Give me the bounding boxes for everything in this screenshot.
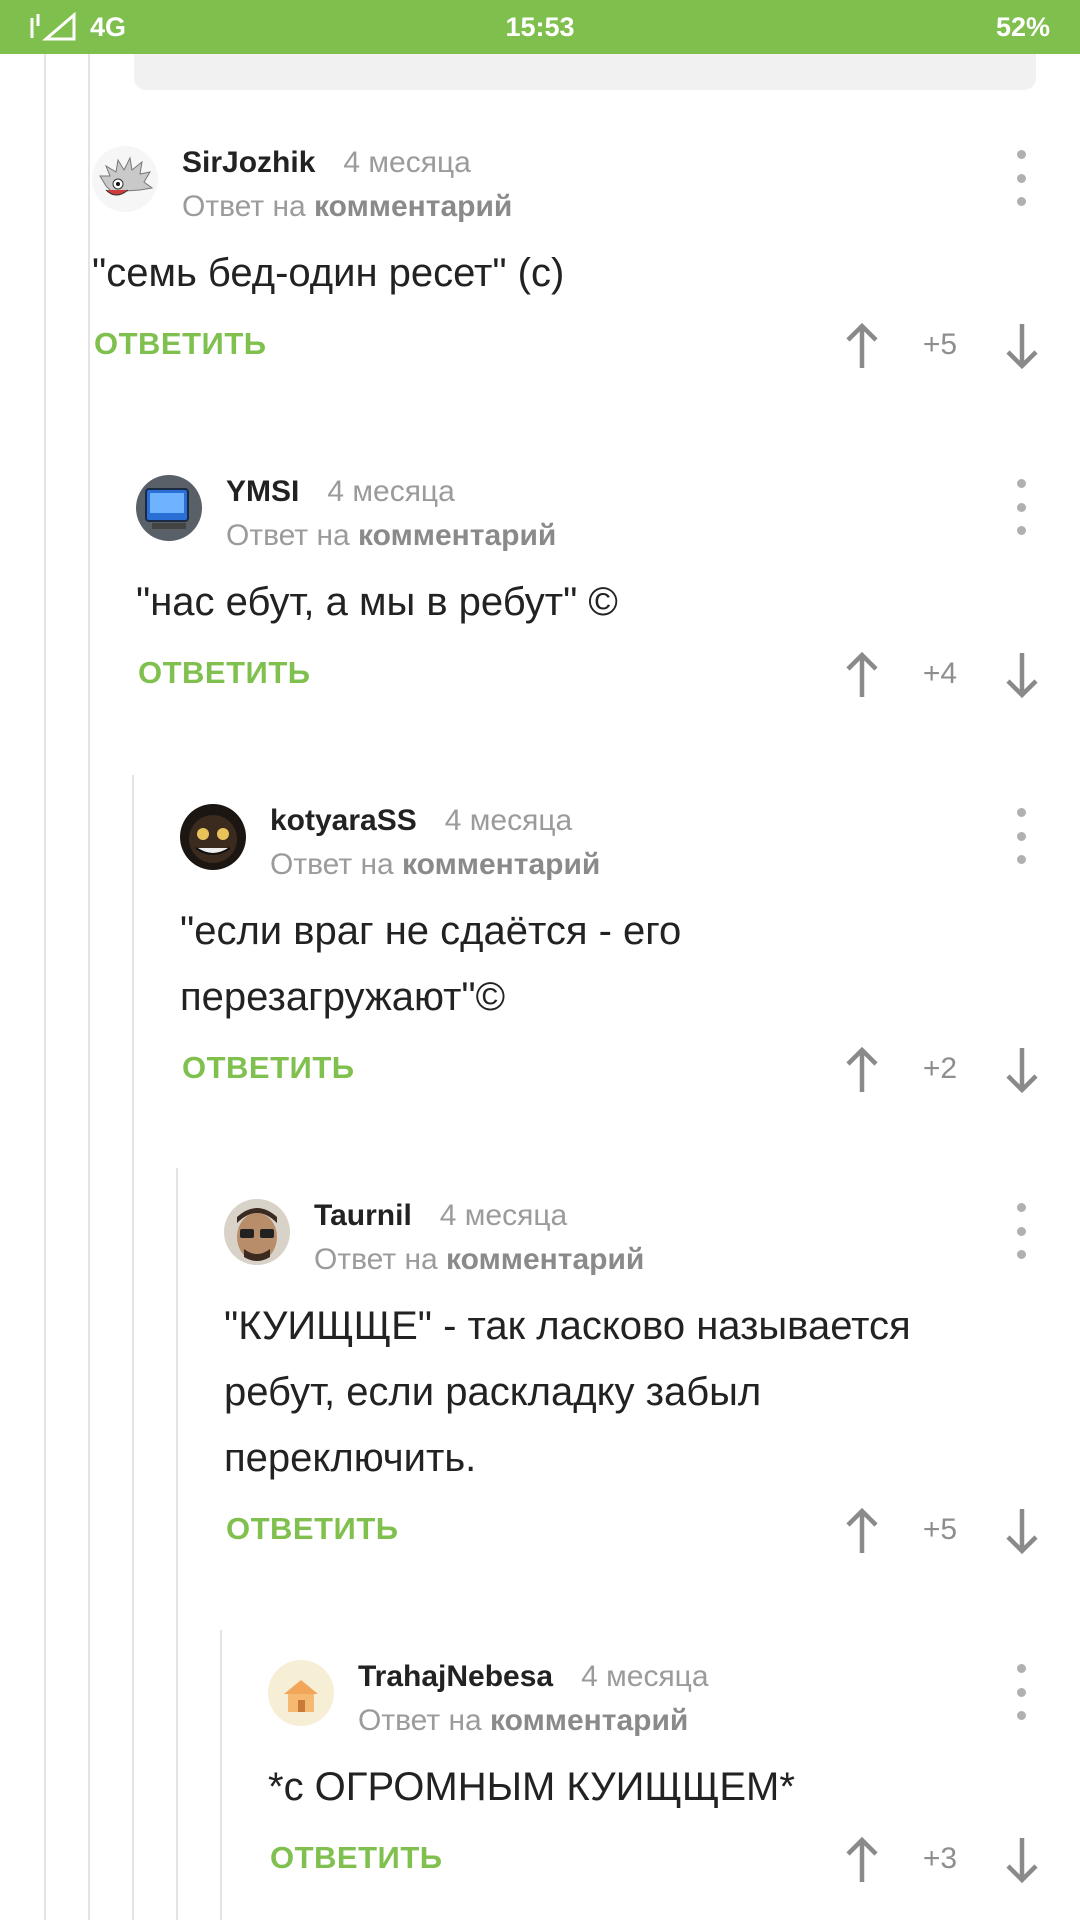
comment-text: "КУИЩЩЕ" - так ласково называется ребут,… (224, 1304, 911, 1480)
comment-time: 4 месяца (343, 146, 471, 179)
comment-text: "семь бед-один ресет" (с) (92, 251, 565, 295)
reply-to-link[interactable]: комментарий (446, 1243, 644, 1276)
comment-text: "нас ебут, а мы в ребут" © (136, 580, 618, 624)
comment-rating: +5 (922, 328, 958, 361)
reply-to-link[interactable]: комментарий (402, 848, 600, 881)
author-name[interactable]: SirJozhik (182, 146, 315, 179)
reply-to: Ответ на комментарий (226, 519, 556, 553)
author-name[interactable]: TrahajNebesa (358, 1660, 553, 1693)
battery-level: 52% (995, 11, 1050, 42)
reply-to-link[interactable]: комментарий (358, 519, 556, 552)
arrow-down-icon[interactable] (1004, 1507, 1040, 1555)
arrow-up-icon[interactable] (844, 322, 880, 370)
computer-avatar-icon (136, 475, 202, 541)
thread-line (44, 54, 46, 1920)
comment-time: 4 месяца (327, 475, 455, 508)
reply-button[interactable]: ОТВЕТИТЬ (270, 1840, 443, 1876)
comment-rating: +4 (922, 657, 958, 690)
reply-button[interactable]: ОТВЕТИТЬ (226, 1511, 399, 1547)
reply-prefix: Ответ на (226, 519, 350, 552)
comment: YMSI 4 месяца Ответ на комментарий "нас е… (136, 457, 1038, 715)
reply-button[interactable]: ОТВЕТИТЬ (182, 1050, 355, 1086)
thread-line (88, 54, 90, 1920)
status-bar: 4G 15:53 52% (0, 0, 1080, 54)
more-options-icon[interactable] (1006, 1664, 1036, 1720)
comment: kotyaraSS 4 месяца Ответ на комментарий "… (180, 786, 1038, 1110)
more-options-icon[interactable] (1006, 1203, 1036, 1259)
author-name[interactable]: Taurnil (314, 1199, 412, 1232)
thread-line (176, 1168, 178, 1920)
arrow-up-icon[interactable] (844, 1507, 880, 1555)
more-options-icon[interactable] (1006, 808, 1036, 864)
avatar[interactable] (224, 1199, 290, 1265)
comment-time: 4 месяца (439, 1199, 568, 1232)
arrow-down-icon[interactable] (1004, 322, 1040, 370)
comment-rating: +2 (922, 1052, 958, 1085)
reply-prefix: Ответ на (270, 848, 394, 881)
reply-button[interactable]: ОТВЕТИТЬ (94, 326, 267, 362)
reply-prefix: Ответ на (314, 1243, 438, 1276)
arrow-down-icon[interactable] (1004, 1836, 1040, 1884)
avatar[interactable] (92, 146, 158, 212)
arrow-up-icon[interactable] (844, 1836, 880, 1884)
reply-to: Ответ на комментарий (182, 190, 512, 224)
thread-line (220, 1630, 222, 1920)
house-avatar-icon (268, 1660, 334, 1726)
arrow-down-icon[interactable] (1004, 651, 1040, 699)
author-name[interactable]: kotyaraSS (270, 804, 417, 837)
hedgehog-avatar-icon (92, 146, 158, 212)
reply-to: Ответ на комментарий (358, 1704, 688, 1738)
comment-time: 4 месяца (581, 1660, 709, 1693)
comment-text: "если враг не сдаётся - его перезагружаю… (180, 909, 682, 1019)
reply-button[interactable]: ОТВЕТИТЬ (138, 655, 311, 691)
avatar[interactable] (180, 804, 246, 870)
cat-avatar-icon (180, 804, 246, 870)
reply-prefix: Ответ на (358, 1704, 482, 1737)
reply-to: Ответ на комментарий (314, 1243, 644, 1277)
comment-time: 4 месяца (444, 804, 573, 837)
avatar[interactable] (136, 475, 202, 541)
reply-to-link[interactable]: комментарий (490, 1704, 688, 1737)
more-options-icon[interactable] (1006, 479, 1036, 535)
clock: 15:53 (505, 11, 575, 42)
reply-to-link[interactable]: комментарий (314, 190, 512, 223)
arrow-up-icon[interactable] (844, 651, 880, 699)
comment: SirJozhik 4 месяца Ответ на комментарий "… (92, 128, 1038, 386)
comment-rating: +5 (922, 1513, 958, 1546)
man-glasses-avatar-icon (224, 1199, 290, 1265)
comment: Taurnil 4 месяца Ответ на комментарий "КУ… (224, 1181, 1038, 1571)
more-options-icon[interactable] (1006, 150, 1036, 206)
author-name[interactable]: YMSI (226, 475, 299, 508)
comment-text: *с ОГРОМНЫМ КУИЩЩЕМ* (268, 1765, 795, 1809)
comment: TrahajNebesa 4 месяца Ответ на комментари… (268, 1642, 1038, 1900)
comment-rating: +3 (922, 1842, 958, 1875)
arrow-down-icon[interactable] (1004, 1046, 1040, 1094)
reply-prefix: Ответ на (182, 190, 306, 223)
avatar[interactable] (268, 1660, 334, 1726)
reply-to: Ответ на комментарий (270, 848, 600, 882)
thread-line (132, 775, 134, 1920)
arrow-up-icon[interactable] (844, 1046, 880, 1094)
